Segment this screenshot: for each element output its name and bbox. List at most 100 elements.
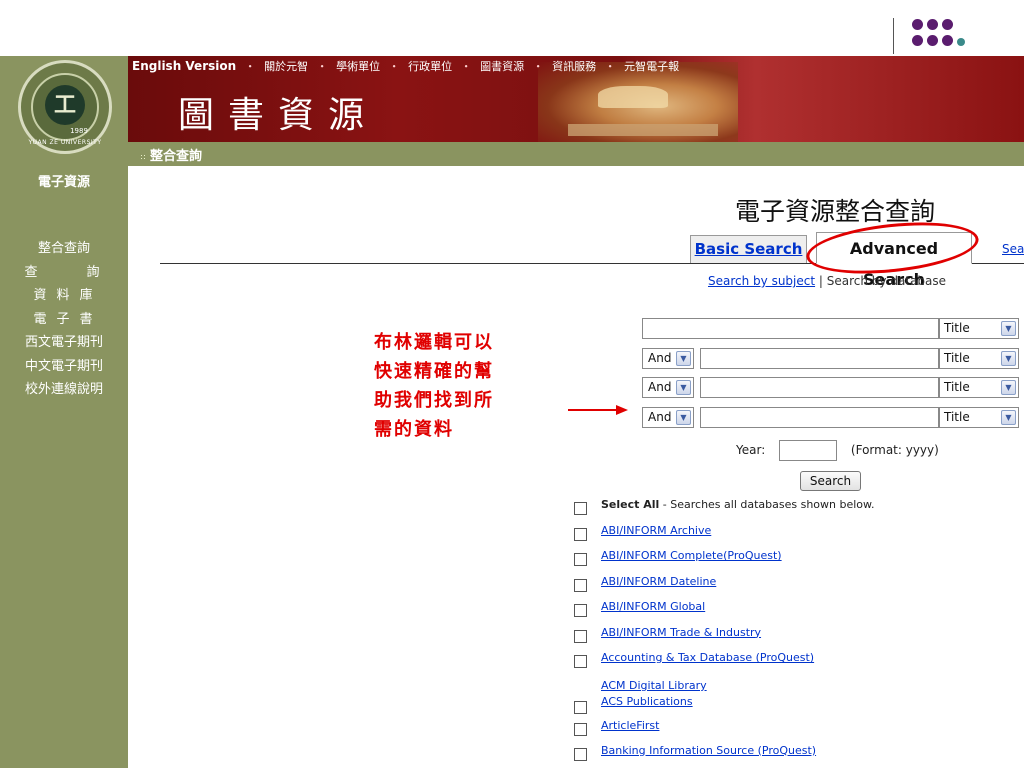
dot-icon <box>957 38 965 46</box>
query-term-input-1[interactable] <box>642 318 939 339</box>
header-banner: English Version ・ 關於元智 ・ 學術單位 ・ 行政單位 ・ 圖… <box>128 56 1024 142</box>
chevron-down-icon[interactable]: ▼ <box>1001 351 1016 366</box>
checkbox-icon[interactable] <box>574 701 587 714</box>
sidebar-item-offcampus-guide[interactable]: 校外連線說明 <box>0 378 128 402</box>
database-link[interactable]: Accounting & Tax Database (ProQuest) <box>601 651 814 664</box>
database-link[interactable]: ABI/INFORM Archive <box>601 524 711 537</box>
database-list-continued: ACS Publications ArticleFirst Banking In… <box>574 695 1024 768</box>
bool-select-value: And <box>648 410 672 424</box>
sidebar-item-ebook[interactable]: 電子書 <box>0 308 128 332</box>
checkbox-icon[interactable] <box>574 722 587 736</box>
list-item: Accounting & Tax Database (ProQuest) <box>574 651 1024 677</box>
dot-icon <box>912 19 923 30</box>
top-nav: English Version ・ 關於元智 ・ 學術單位 ・ 行政單位 ・ 圖… <box>132 58 679 76</box>
chevron-down-icon[interactable]: ▼ <box>1001 321 1016 336</box>
university-logo[interactable]: 工 1989 YUAN ZE UNIVERSITY <box>18 60 112 154</box>
right-arrow-icon <box>568 405 628 415</box>
nav-enewsletter[interactable]: 元智電子報 <box>624 60 679 73</box>
nav-separator: ・ <box>244 60 256 73</box>
dot-icon <box>942 19 953 30</box>
annotation-text: 布林邏輯可以 快速精確的幫 助我們找到所 需的資料 <box>374 328 544 444</box>
sidebar-item-western-ejournal[interactable]: 西文電子期刊 <box>0 331 128 355</box>
chevron-down-icon[interactable]: ▼ <box>676 410 691 425</box>
query-field-select-2[interactable]: Title ▼ <box>939 348 1019 369</box>
database-list: Select All - Searches all databases show… <box>574 498 1024 677</box>
nav-library[interactable]: 圖書資源 <box>480 60 524 73</box>
chevron-down-icon[interactable]: ▼ <box>1001 380 1016 395</box>
checkbox-icon[interactable] <box>574 629 587 643</box>
nav-separator: ・ <box>388 60 400 73</box>
nav-admin[interactable]: 行政單位 <box>408 60 452 73</box>
query-row-1: Title ▼ <box>642 318 1024 339</box>
tab-basic-search[interactable]: Basic Search <box>690 235 807 263</box>
list-item: ABI/INFORM Archive <box>574 524 1024 550</box>
search-button[interactable]: Search <box>800 471 861 491</box>
checkbox-icon[interactable] <box>574 502 587 515</box>
banner-title: 圖書資源 <box>178 95 379 136</box>
database-link[interactable]: Banking Information Source (ProQuest) <box>601 744 816 757</box>
breadcrumb-bar: 整合查詢 <box>128 142 1024 166</box>
dot-icon <box>912 35 923 46</box>
checkbox-icon[interactable] <box>574 655 587 668</box>
boolean-operator-select-3[interactable]: And ▼ <box>642 377 694 398</box>
list-item: ACS Publications <box>574 695 1024 719</box>
annotation-line: 需的資料 <box>374 419 454 440</box>
chevron-down-icon[interactable]: ▼ <box>676 380 691 395</box>
nav-english-version[interactable]: English Version <box>132 59 236 73</box>
database-link-acm[interactable]: ACM Digital Library <box>601 679 707 692</box>
dot-icon <box>927 35 938 46</box>
boolean-operator-select-4[interactable]: And ▼ <box>642 407 694 428</box>
checkbox-icon[interactable] <box>574 578 587 592</box>
checkbox-icon[interactable] <box>574 747 587 761</box>
search-mode-links: Search by subject | Search by database <box>708 274 946 288</box>
boolean-operator-select-2[interactable]: And ▼ <box>642 348 694 369</box>
breadcrumb: 整合查詢 <box>140 145 202 164</box>
database-link[interactable]: ABI/INFORM Dateline <box>601 575 716 588</box>
query-field-select-4[interactable]: Title ▼ <box>939 407 1019 428</box>
nav-separator: ・ <box>460 60 472 73</box>
list-item: ABI/INFORM Complete(ProQuest) <box>574 549 1024 575</box>
decorative-dots <box>900 18 990 54</box>
sidebar-item-chinese-ejournal[interactable]: 中文電子期刊 <box>0 355 128 379</box>
tab-search-partial[interactable]: Sea <box>1002 242 1024 256</box>
list-item: Banking Information Source (ProQuest) <box>574 744 1024 768</box>
annotation-line: 助我們找到所 <box>374 390 494 411</box>
chevron-down-icon[interactable]: ▼ <box>676 351 691 366</box>
database-link[interactable]: ABI/INFORM Trade & Industry <box>601 626 761 639</box>
database-link[interactable]: ABI/INFORM Global <box>601 600 705 613</box>
checkbox-icon[interactable] <box>574 604 587 617</box>
nav-about[interactable]: 關於元智 <box>264 60 308 73</box>
checkbox-icon[interactable] <box>574 553 587 566</box>
nav-info-services[interactable]: 資訊服務 <box>552 60 596 73</box>
nav-separator: ・ <box>604 60 616 73</box>
list-item: ABI/INFORM Global <box>574 600 1024 626</box>
query-row-3: And ▼ Title ▼ <box>642 377 1024 398</box>
query-field-select-3[interactable]: Title ▼ <box>939 377 1019 398</box>
database-link[interactable]: ABI/INFORM Complete(ProQuest) <box>601 549 782 562</box>
sidebar-item-integrated-search[interactable]: 整合查詢 <box>0 237 128 261</box>
query-term-input-2[interactable] <box>700 348 939 369</box>
year-input[interactable] <box>779 440 838 461</box>
breadcrumb-label: 整合查詢 <box>150 149 203 164</box>
search-by-subject-link[interactable]: Search by subject <box>708 274 815 288</box>
logo-emblem-icon: 工 <box>45 85 85 125</box>
nav-academic[interactable]: 學術單位 <box>336 60 380 73</box>
nav-separator: ・ <box>316 60 328 73</box>
bullet-icon <box>140 153 146 160</box>
query-term-input-4[interactable] <box>700 407 939 428</box>
query-field-select-1[interactable]: Title ▼ <box>939 318 1019 339</box>
sidebar-item-database[interactable]: 資料庫 <box>0 284 128 308</box>
year-label: Year: <box>736 443 766 457</box>
sidebar-item-search[interactable]: 查 詢 <box>0 261 128 285</box>
database-link[interactable]: ArticleFirst <box>601 719 659 732</box>
database-link[interactable]: ACS Publications <box>601 695 693 708</box>
chevron-down-icon[interactable]: ▼ <box>1001 410 1016 425</box>
annotation-line: 快速精確的幫 <box>374 361 494 382</box>
query-term-input-3[interactable] <box>700 377 939 398</box>
dot-icon <box>927 19 938 30</box>
search-by-database-label: Search by database <box>826 274 946 288</box>
select-all-bold: Select All <box>601 498 660 511</box>
list-item-select-all: Select All - Searches all databases show… <box>574 498 1024 524</box>
checkbox-icon[interactable] <box>574 527 587 541</box>
slide: 工 1989 YUAN ZE UNIVERSITY 電子資源 整合查詢 查 詢 … <box>0 0 1024 768</box>
